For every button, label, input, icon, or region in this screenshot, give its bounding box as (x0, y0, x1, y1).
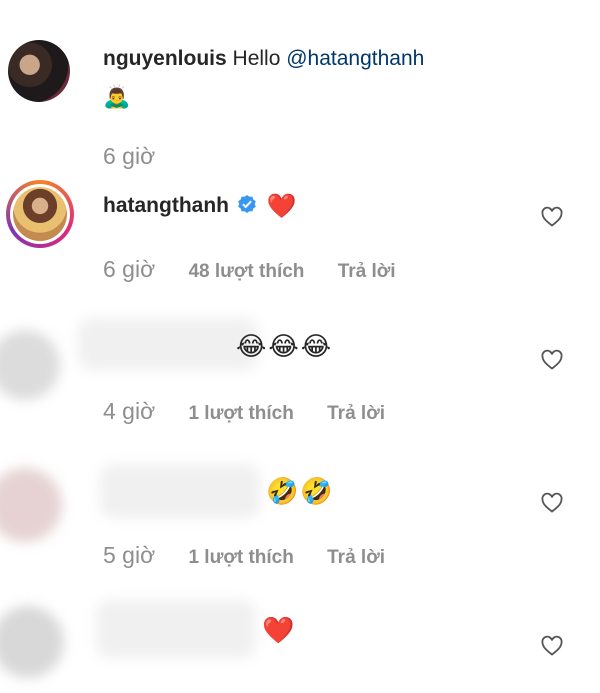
heart-emoji: ❤️ (262, 615, 295, 645)
comment-body: ❤️ (262, 617, 294, 646)
like-heart-outline-icon[interactable] (540, 634, 564, 658)
comment-blurred-3: ❤️ (0, 0, 600, 693)
blurred-username (96, 600, 256, 658)
blurred-avatar (0, 606, 64, 678)
